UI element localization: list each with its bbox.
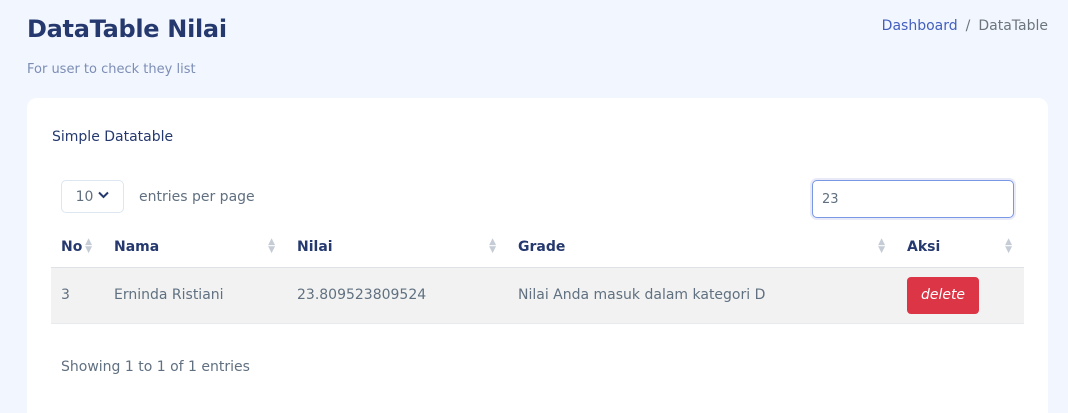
breadcrumb-current: DataTable <box>978 18 1048 34</box>
cell-grade: Nilai Anda masuk dalam kategori D <box>508 267 897 324</box>
datatable-card: Simple Datatable 10 entries per page No … <box>27 98 1048 413</box>
column-header-no[interactable]: No ▲ ▼ <box>51 227 104 268</box>
search-input[interactable] <box>812 180 1014 218</box>
delete-button[interactable]: delete <box>907 276 979 314</box>
breadcrumb-separator: / <box>965 18 971 34</box>
table-header-row: No ▲ ▼ Nama ▲ ▼ Nilai ▲ ▼ Grade ▲ ▼ Aksi… <box>51 227 1024 268</box>
table-info: Showing 1 to 1 of 1 entries <box>61 359 250 375</box>
breadcrumb: Dashboard / DataTable <box>882 18 1048 34</box>
per-page-value: 10 <box>75 188 94 205</box>
cell-nama: Erninda Ristiani <box>104 267 287 324</box>
card-title: Simple Datatable <box>52 129 174 145</box>
per-page-select[interactable]: 10 <box>61 180 124 213</box>
data-table: No ▲ ▼ Nama ▲ ▼ Nilai ▲ ▼ Grade ▲ ▼ Aksi… <box>51 227 1024 324</box>
chevron-down-icon <box>98 191 110 202</box>
column-header-nama[interactable]: Nama ▲ ▼ <box>104 227 287 268</box>
breadcrumb-dashboard-link[interactable]: Dashboard <box>882 18 958 34</box>
page-subtitle: For user to check they list <box>27 62 196 77</box>
sort-icon: ▲ ▼ <box>85 237 92 255</box>
page: DataTable Nilai For user to check they l… <box>0 0 1068 413</box>
sort-icon: ▲ ▼ <box>268 237 275 255</box>
column-header-nilai[interactable]: Nilai ▲ ▼ <box>287 227 508 268</box>
column-header-grade[interactable]: Grade ▲ ▼ <box>508 227 897 268</box>
per-page-label: entries per page <box>139 189 255 205</box>
column-header-aksi[interactable]: Aksi ▲ ▼ <box>897 227 1024 268</box>
sort-icon: ▲ ▼ <box>1005 237 1012 255</box>
sort-icon: ▲ ▼ <box>489 237 496 255</box>
table-row: 3 Erninda Ristiani 23.809523809524 Nilai… <box>51 267 1024 324</box>
cell-aksi: delete <box>897 267 1024 324</box>
cell-no: 3 <box>51 267 104 324</box>
page-title: DataTable Nilai <box>27 15 227 43</box>
sort-icon: ▲ ▼ <box>878 237 885 255</box>
cell-nilai: 23.809523809524 <box>287 267 508 324</box>
